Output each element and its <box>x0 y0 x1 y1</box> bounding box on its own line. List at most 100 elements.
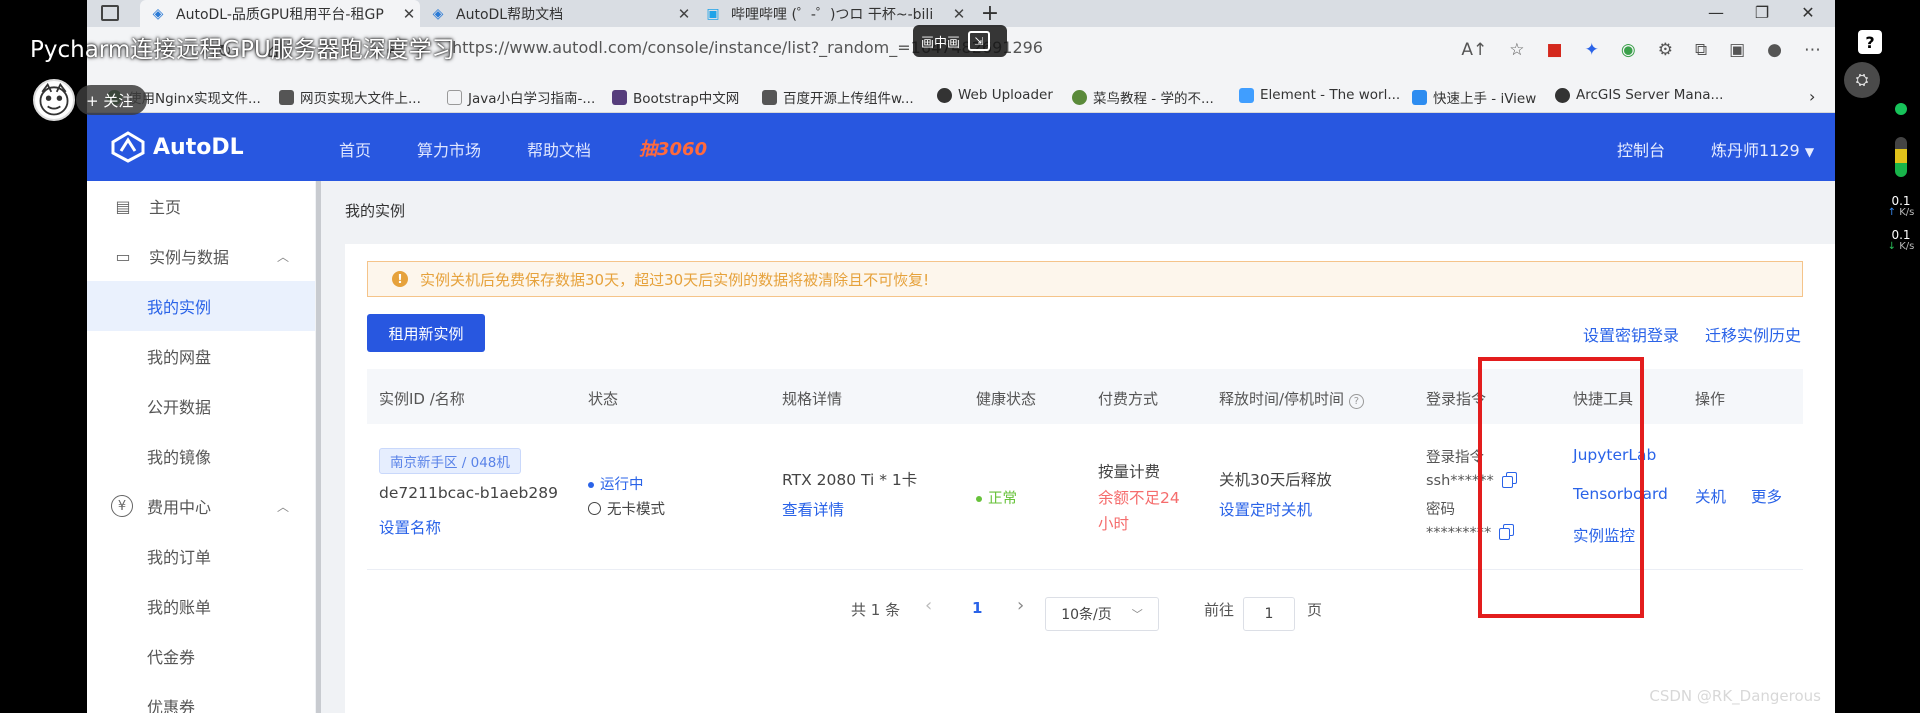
tab-bilibili[interactable]: ▣ 哔哩哔哩 (゜-゜)つロ 干杯~-bili ✕ <box>695 0 970 27</box>
nav-home[interactable]: 首页 <box>339 137 371 161</box>
column-header: 健康状态 <box>976 390 1037 408</box>
bookmark-label: 菜鸟教程 - 学的不... <box>1093 91 1214 107</box>
set-name-link[interactable]: 设置名称 <box>379 516 441 538</box>
sidebar-group-instances[interactable]: ▭ 实例与数据 ︿ <box>87 231 315 281</box>
nav-docs[interactable]: 帮助文档 <box>527 137 591 161</box>
bookmark-label: ArcGIS Server Mana... <box>1576 87 1724 103</box>
window-close-icon[interactable]: ✕ <box>1785 0 1831 27</box>
pip-icon: ⇲ <box>968 31 991 51</box>
nav-market[interactable]: 算力市场 <box>417 137 481 161</box>
user-menu[interactable]: 炼丹师1129 ▼ <box>1711 137 1814 161</box>
profile-avatar-icon[interactable]: ● <box>1767 40 1782 60</box>
translate-extension-icon[interactable]: ✦ <box>1585 40 1599 60</box>
chevron-up-icon: ︿ <box>276 249 289 264</box>
sidebar-item-netdisk[interactable]: 我的网盘 <box>87 331 315 381</box>
sidebar: ▤ 主页 ▭ 实例与数据 ︿ 我的实例 我的网盘 公开数据 我的镜像 ¥ 费用中… <box>87 181 315 713</box>
extensions-puzzle-icon[interactable]: ⧉ <box>1695 40 1707 60</box>
cloud-icon <box>937 87 952 103</box>
status-no-card: 无卡模式 <box>588 498 665 519</box>
minimize-icon[interactable]: — <box>1693 0 1739 27</box>
autodl-logo[interactable]: AutoDL <box>111 131 244 163</box>
favorite-star-icon[interactable]: ☆ <box>1509 40 1524 60</box>
pip-label: 画中画 <box>921 35 961 51</box>
follow-button[interactable]: + 关注 <box>76 85 148 115</box>
nav-console[interactable]: 控制台 <box>1617 137 1665 161</box>
health-text: 正常 <box>988 491 1017 507</box>
network-monitor-icon[interactable]: ⛭ <box>1844 62 1880 98</box>
yen-icon: ¥ <box>111 495 133 517</box>
goto-page-input[interactable]: 1 <box>1243 597 1295 631</box>
settings-gear-icon[interactable]: ⚙ <box>1658 40 1673 60</box>
page-1-button[interactable]: 1 <box>972 599 982 617</box>
sidebar-item-label: 实例与数据 <box>149 248 230 267</box>
sidebar-item-images[interactable]: 我的镜像 <box>87 431 315 481</box>
nav-promo[interactable]: 抽3060 <box>639 135 707 161</box>
plus-icon: + <box>980 1 1000 26</box>
close-icon[interactable]: ✕ <box>673 5 695 23</box>
bookmark-item[interactable]: ArcGIS Server Mana... <box>1555 87 1723 103</box>
read-aloud-icon[interactable]: A↑ <box>1461 40 1487 60</box>
sidebar-group-billing[interactable]: ¥ 费用中心 ︿ <box>87 481 315 531</box>
bookmark-item[interactable]: Web Uploader <box>937 87 1053 103</box>
autodl-logo-icon <box>111 131 145 163</box>
rent-instance-button[interactable]: 租用新实例 <box>367 314 485 352</box>
shutdown-link[interactable]: 关机 <box>1695 485 1726 507</box>
bookmark-item[interactable]: Element - The worl... <box>1239 87 1400 103</box>
prev-page-icon[interactable]: ‹ <box>925 595 932 616</box>
sidebar-item-my-instances[interactable]: 我的实例 <box>87 281 315 331</box>
page-size-select[interactable]: 10条/页 ﹀ <box>1045 597 1159 631</box>
bookmark-icon <box>762 89 777 105</box>
tab-label: 哔哩哔哩 (゜-゜)つロ 干杯~-bili <box>731 6 934 23</box>
page-suffix-label: 页 <box>1307 601 1323 619</box>
help-circle-icon[interactable]: ? <box>1348 394 1364 409</box>
picture-in-picture-button[interactable]: 画中画 ⇲ <box>913 25 1007 57</box>
column-header: 状态 <box>588 390 619 408</box>
view-details-link[interactable]: 查看详情 <box>782 498 844 520</box>
maximize-icon[interactable]: ❐ <box>1739 0 1785 27</box>
pdf-extension-icon[interactable]: ■ <box>1547 40 1563 60</box>
sidebar-item-orders[interactable]: 我的订单 <box>87 531 315 581</box>
uploader-avatar[interactable] <box>33 79 75 121</box>
collections-icon[interactable]: ▣ <box>1729 40 1745 60</box>
sidebar-item-label: 我的网盘 <box>147 348 212 367</box>
tab-autodl[interactable]: ◈ AutoDL-品质GPU租用平台-租GP ✕ <box>140 0 420 27</box>
speed-unit: K/s <box>1899 207 1915 218</box>
chevron-up-icon: ︿ <box>276 499 289 514</box>
sidebar-item-coupons[interactable]: 优惠券 <box>87 681 315 713</box>
sidebar-item-label: 费用中心 <box>147 498 212 517</box>
sidebar-item-bills[interactable]: 我的账单 <box>87 581 315 631</box>
set-timer-shutdown-link[interactable]: 设置定时关机 <box>1219 498 1312 520</box>
more-link[interactable]: 更多 <box>1751 485 1782 507</box>
bookmark-item[interactable]: Java小白学习指南-... <box>447 87 595 107</box>
bookmark-label: Element - The worl... <box>1260 87 1401 103</box>
bookmark-item[interactable]: 菜鸟教程 - 学的不... <box>1072 87 1214 107</box>
sidebar-item-vouchers[interactable]: 代金券 <box>87 631 315 681</box>
sidebar-scrollbar[interactable] <box>316 181 321 713</box>
login-command-label: 登录指令 <box>1426 450 1484 466</box>
more-menu-icon[interactable]: ⋯ <box>1804 40 1821 60</box>
chevron-right-icon[interactable]: › <box>1809 87 1815 106</box>
next-page-icon[interactable]: › <box>1017 595 1024 616</box>
set-key-login-link[interactable]: 设置密钥登录 <box>1583 322 1679 346</box>
bookmark-item[interactable]: 网页实现大文件上... <box>279 87 421 107</box>
home-page-icon: ▤ <box>115 196 131 216</box>
new-tab-button[interactable]: + <box>975 0 1005 27</box>
bookmark-label: Bootstrap中文网 <box>633 91 740 107</box>
close-icon[interactable]: ✕ <box>948 5 970 23</box>
tab-actions-icon[interactable] <box>101 5 119 21</box>
sidebar-item-public-data[interactable]: 公开数据 <box>87 381 315 431</box>
speed-unit: K/s <box>1899 241 1915 252</box>
tab-help-docs[interactable]: ◈ AutoDL帮助文档 ✕ <box>420 0 695 27</box>
bookmark-item[interactable]: 百度开源上传组件w... <box>762 87 914 107</box>
sidebar-item-home[interactable]: ▤ 主页 <box>87 181 315 231</box>
bilibili-favicon-icon: ▣ <box>706 5 720 22</box>
sidebar-item-label: 我的订单 <box>147 548 212 567</box>
extension-icon[interactable]: ◉ <box>1621 40 1636 60</box>
arrow-down-icon: ↓ <box>1887 241 1897 252</box>
close-icon[interactable]: ✕ <box>398 5 420 23</box>
bookmark-item[interactable]: Bootstrap中文网 <box>612 87 739 107</box>
help-question-icon[interactable]: ? <box>1858 30 1882 54</box>
migrate-history-link[interactable]: 迁移实例历史 <box>1705 322 1801 346</box>
arcgis-icon <box>1555 87 1570 103</box>
bookmark-item[interactable]: 快速上手 - iView <box>1412 87 1536 107</box>
